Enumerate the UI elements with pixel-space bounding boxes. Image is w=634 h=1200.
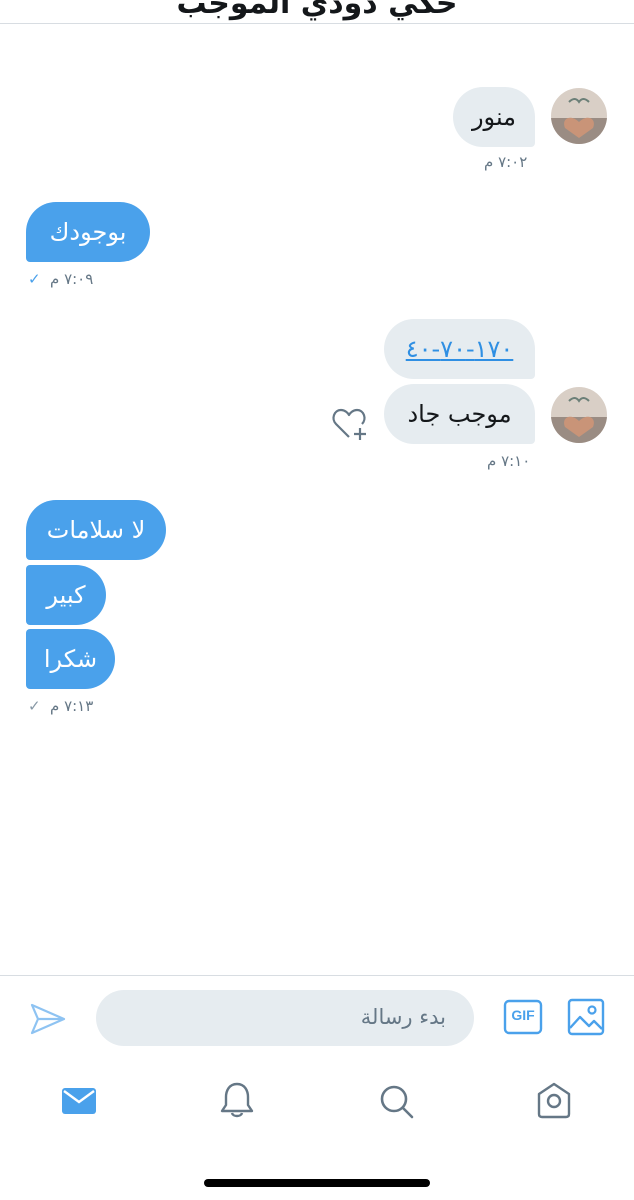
- messages-icon[interactable]: [60, 1084, 98, 1118]
- message-bubble-outgoing[interactable]: لا سلامات: [26, 500, 166, 560]
- message-text: موجب جاد: [407, 400, 512, 428]
- composer-divider: [0, 975, 634, 976]
- message-timestamp: ٧:٠٢ م: [484, 153, 528, 171]
- notifications-icon[interactable]: [218, 1080, 256, 1120]
- message-bubble-incoming[interactable]: موجب جاد: [384, 384, 535, 444]
- message-bubble-outgoing[interactable]: كبير: [26, 565, 106, 625]
- message-timestamp: ٧:١٣ م: [50, 697, 94, 715]
- gif-button[interactable]: GIF: [503, 999, 543, 1035]
- message-bubble-outgoing[interactable]: بوجودك: [26, 202, 150, 262]
- sender-avatar[interactable]: [551, 88, 607, 144]
- conversation-header: حكي دودي الموجب: [0, 0, 634, 24]
- message-input[interactable]: بدء رسالة: [96, 990, 474, 1046]
- message-text: لا سلامات: [46, 516, 146, 544]
- message-link[interactable]: ١٧٠-٧٠-٤٠: [406, 335, 514, 363]
- image-icon[interactable]: [567, 998, 605, 1036]
- message-timestamp: ٧:١٠ م: [487, 452, 531, 470]
- conversation-title[interactable]: حكي دودي الموجب: [0, 0, 634, 21]
- message-bubble-incoming[interactable]: منور: [453, 87, 535, 147]
- add-reaction-icon[interactable]: [330, 404, 370, 444]
- read-check-icon: ✓: [28, 270, 41, 288]
- sent-check-icon: ✓: [28, 697, 41, 715]
- message-bubble-outgoing[interactable]: شكرا: [26, 629, 115, 689]
- home-indicator: [204, 1179, 430, 1187]
- message-text: منور: [471, 103, 517, 131]
- message-timestamp: ٧:٠٩ م: [50, 270, 94, 288]
- search-icon[interactable]: [377, 1082, 415, 1120]
- sender-avatar[interactable]: [551, 387, 607, 443]
- message-text: كبير: [46, 581, 86, 609]
- message-text: بوجودك: [49, 218, 127, 246]
- send-icon[interactable]: [28, 999, 68, 1039]
- gif-label: GIF: [511, 1007, 535, 1023]
- message-input-placeholder: بدء رسالة: [360, 1005, 446, 1029]
- home-icon[interactable]: [535, 1080, 573, 1120]
- message-text: شكرا: [43, 645, 98, 673]
- message-bubble-incoming[interactable]: ١٧٠-٧٠-٤٠: [384, 319, 535, 379]
